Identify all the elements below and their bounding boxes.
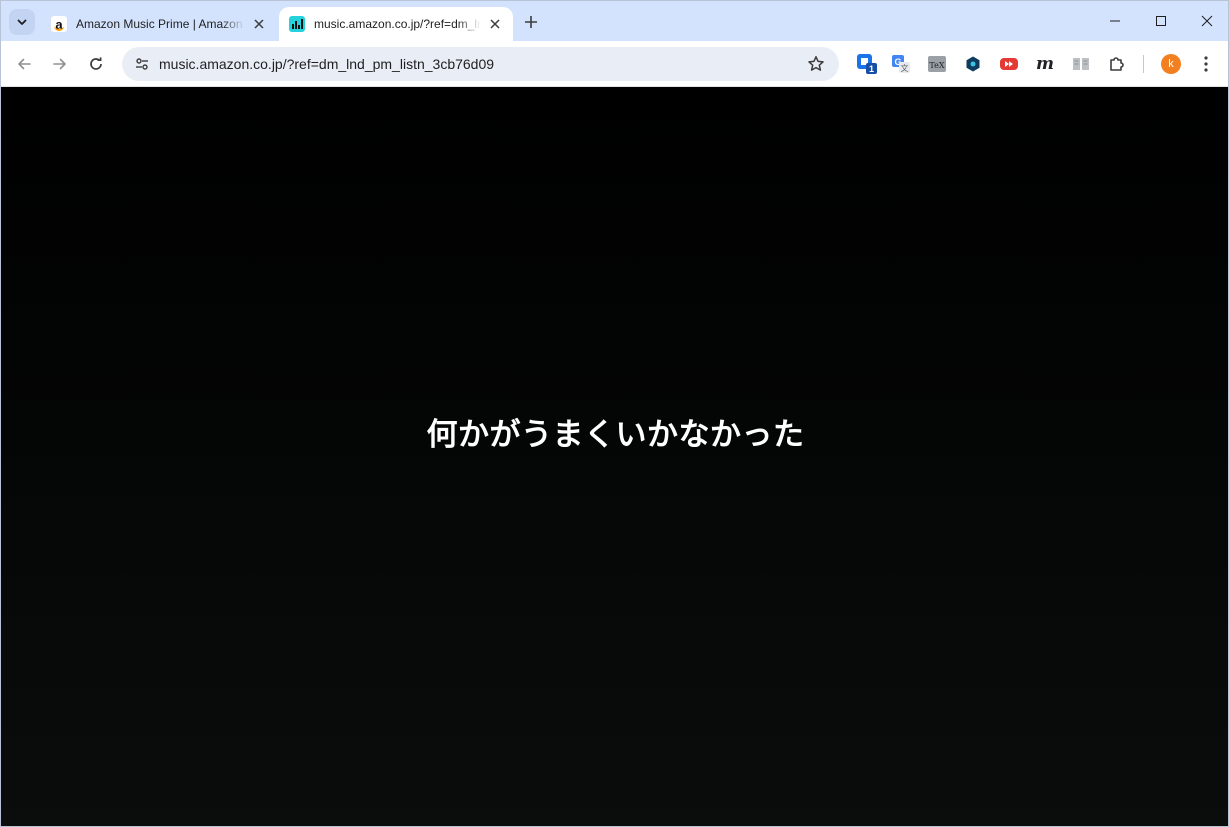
extension-badge-count: 1: [869, 64, 874, 74]
tab-amazon-music[interactable]: music.amazon.co.jp/?ref=dm_lnd_pm_listn_…: [279, 7, 513, 41]
video-speed-icon[interactable]: [998, 53, 1020, 75]
reload-button[interactable]: [82, 50, 110, 78]
amazon-music-icon: [289, 16, 305, 32]
browser-toolbar: music.amazon.co.jp/?ref=dm_lnd_pm_listn_…: [1, 41, 1228, 87]
more-vert-icon: [1204, 56, 1208, 72]
close-window-button[interactable]: [1184, 1, 1228, 41]
plus-icon: [525, 16, 537, 28]
forward-button[interactable]: [46, 50, 74, 78]
extensions-puzzle-icon[interactable]: [1106, 53, 1128, 75]
tex-icon[interactable]: TeX: [926, 53, 948, 75]
back-button[interactable]: [10, 50, 38, 78]
page-viewport: 何かがうまくいかなかった: [1, 87, 1228, 826]
amazon-icon: a: [51, 16, 67, 32]
close-icon[interactable]: [251, 16, 267, 32]
reload-icon: [90, 57, 102, 70]
tune-icon: [136, 58, 148, 70]
m-extension-icon[interactable]: m: [1034, 53, 1056, 75]
maximize-button[interactable]: [1138, 1, 1184, 41]
address-bar[interactable]: music.amazon.co.jp/?ref=dm_lnd_pm_listn_…: [122, 47, 839, 81]
browser-menu-button[interactable]: [1195, 53, 1217, 75]
browser-window: a Amazon Music Prime | Amazon.co.jp musi…: [0, 0, 1229, 827]
site-info-button[interactable]: [130, 52, 154, 76]
star-icon: [808, 56, 824, 71]
minimize-icon: [1110, 20, 1120, 22]
tab-search-button[interactable]: [9, 9, 35, 35]
hexagon-extension-icon[interactable]: [962, 53, 984, 75]
reader-book-icon[interactable]: [1070, 53, 1092, 75]
extension-badge-icon[interactable]: 1: [856, 53, 878, 75]
m-label: m: [1036, 54, 1054, 74]
close-icon: [1201, 15, 1213, 27]
window-controls: [1092, 1, 1228, 41]
toolbar-separator: [1143, 55, 1144, 73]
chevron-down-icon: [17, 19, 27, 25]
google-translate-icon[interactable]: G 文: [890, 53, 912, 75]
arrow-left-icon: [18, 58, 31, 70]
tex-label: TeX: [929, 61, 944, 70]
url-text[interactable]: music.amazon.co.jp/?ref=dm_lnd_pm_listn_…: [159, 56, 494, 72]
error-message: 何かがうまくいかなかった: [426, 417, 805, 453]
svg-text:文: 文: [901, 63, 909, 73]
tab-amazon-music-prime[interactable]: a Amazon Music Prime | Amazon.co.jp: [41, 7, 277, 41]
minimize-button[interactable]: [1092, 1, 1138, 41]
bookmark-button[interactable]: [805, 53, 827, 75]
maximize-icon: [1156, 16, 1166, 26]
close-icon[interactable]: [487, 16, 503, 32]
new-tab-button[interactable]: [519, 10, 543, 34]
arrow-right-icon: [53, 58, 66, 70]
tab-title: Amazon Music Prime | Amazon.co.jp: [76, 17, 245, 31]
tab-title: music.amazon.co.jp/?ref=dm_lnd_pm_listn_…: [314, 17, 481, 31]
profile-avatar[interactable]: k: [1161, 54, 1181, 74]
tab-strip: a Amazon Music Prime | Amazon.co.jp musi…: [1, 1, 1228, 41]
